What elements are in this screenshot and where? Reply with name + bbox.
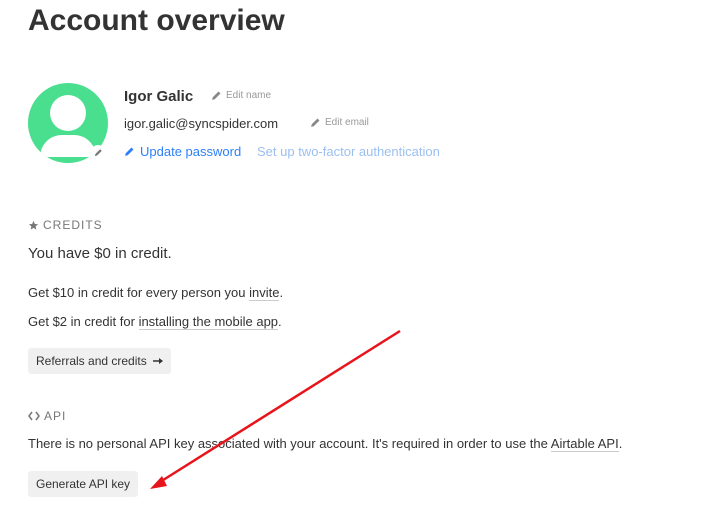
edit-name-label: Edit name [226,90,272,101]
referrals-credits-button[interactable]: Referrals and credits [28,348,171,374]
invite-suffix: . [279,285,284,300]
code-brackets-icon [28,411,40,421]
invite-prefix: Get $10 in credit for every person you [28,285,250,300]
user-email: igor.galic@syncspider.com [124,116,279,131]
avatar-head [50,95,86,131]
api-label-text: API [44,409,67,423]
api-description-suffix: . [618,436,623,451]
edit-email-button[interactable]: Edit email [310,117,369,128]
api-description: There is no personal API key associated … [28,436,623,452]
mobile-suffix: . [278,314,282,329]
credits-section-label: CREDITS [28,218,103,232]
user-name: Igor Galic [124,88,194,105]
two-factor-link[interactable]: Set up two-factor authentication [257,144,440,159]
update-password-label: Update password [140,144,242,159]
generate-api-key-button[interactable]: Generate API key [28,471,139,497]
credit-balance: You have $0 in credit. [28,245,172,262]
update-password-link[interactable]: Update password [124,144,241,159]
generate-api-key-label: Generate API key [36,477,131,491]
edit-name-button[interactable]: Edit name [211,90,271,101]
api-section-label: API [28,409,66,423]
arrow-right-icon [152,358,163,364]
avatar-body [40,135,96,157]
mobile-app-link[interactable]: installing the mobile app [138,314,279,330]
pencil-icon [311,118,320,127]
mobile-credit-line: Get $2 in credit for installing the mobi… [28,314,282,330]
star-icon [28,220,39,230]
credits-label-text: CREDITS [43,218,103,232]
referrals-button-label: Referrals and credits [36,354,147,368]
avatar-edit-pencil-icon[interactable] [91,145,105,159]
invite-credit-line: Get $10 in credit for every person you i… [28,285,284,301]
mobile-prefix: Get $2 in credit for [28,314,139,329]
pencil-icon [125,147,134,156]
airtable-api-link[interactable]: Airtable API [550,436,619,452]
pencil-icon [212,91,221,100]
invite-link[interactable]: invite [249,285,280,301]
page-title: Account overview [28,4,285,37]
edit-email-label: Edit email [325,117,369,128]
api-description-prefix: There is no personal API key associated … [28,436,551,451]
